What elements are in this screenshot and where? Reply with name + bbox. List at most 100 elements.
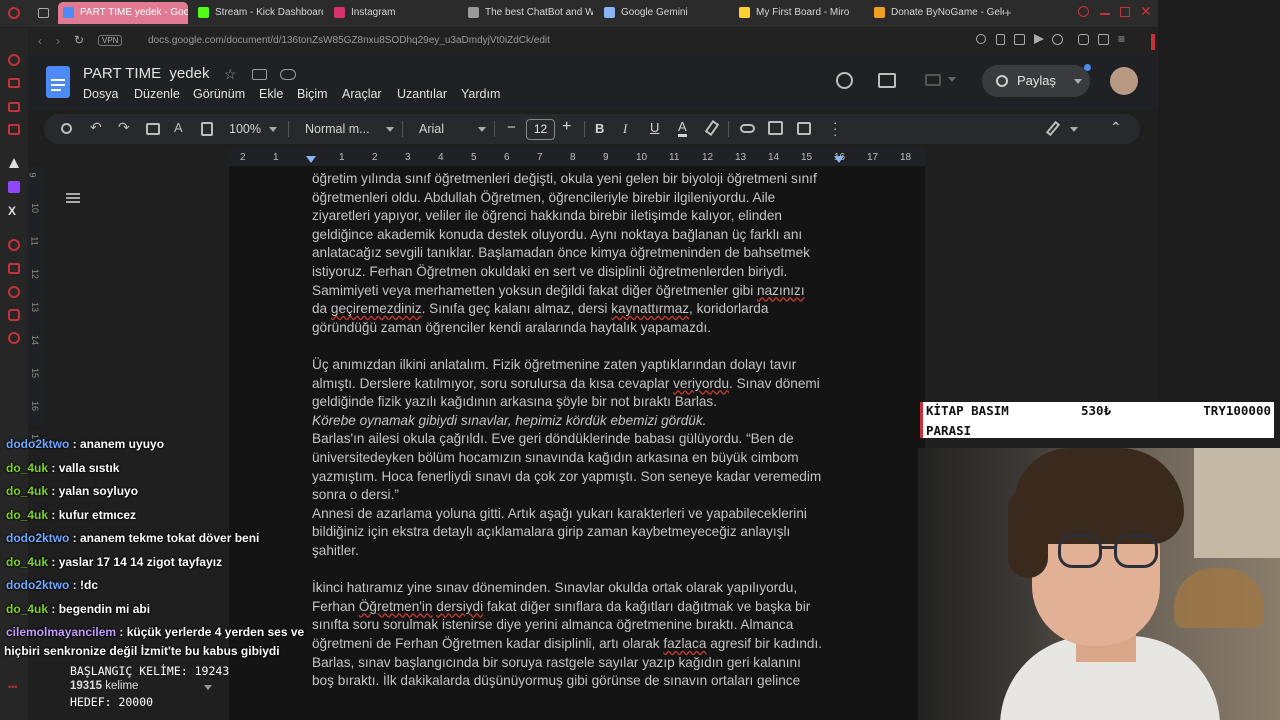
- outline-icon[interactable]: [66, 193, 80, 203]
- opera-icon[interactable]: [8, 7, 20, 19]
- tab-favicon-icon: [63, 7, 74, 18]
- pin-icon[interactable]: [996, 34, 1005, 45]
- menu-item[interactable]: Görünüm: [193, 87, 245, 101]
- forward-icon[interactable]: ›: [56, 34, 60, 48]
- link-icon[interactable]: [740, 124, 755, 133]
- italic-icon[interactable]: I: [623, 121, 627, 137]
- browser-tab[interactable]: Google Gemini: [599, 2, 724, 24]
- goal-title-line2: PARASI: [926, 423, 972, 438]
- font-size-input[interactable]: 12: [526, 119, 555, 140]
- text-line: Barlas'ın ailesi okula çağrıldı. Eve ger…: [312, 431, 794, 447]
- spellcheck-icon[interactable]: A: [174, 120, 183, 135]
- browser-tab[interactable]: My First Board - Miro: [734, 2, 864, 24]
- twitch-icon[interactable]: [8, 181, 20, 193]
- menu-item[interactable]: Biçim: [297, 87, 328, 101]
- ruler-tick: 12: [702, 152, 714, 163]
- x-icon[interactable]: X: [8, 204, 16, 218]
- minimize-icon[interactable]: [1100, 13, 1110, 15]
- home-icon[interactable]: [8, 54, 20, 66]
- arc-icon[interactable]: [9, 158, 19, 168]
- history-icon[interactable]: [8, 286, 20, 298]
- underline-icon[interactable]: U: [650, 120, 659, 135]
- search-tabs-icon[interactable]: [1078, 6, 1089, 17]
- version-history-icon[interactable]: [836, 72, 853, 89]
- image-icon[interactable]: [797, 122, 811, 135]
- chevron-down-icon[interactable]: [204, 685, 212, 690]
- vpn-badge[interactable]: VPN: [98, 35, 123, 46]
- new-tab-icon[interactable]: +: [1004, 5, 1012, 20]
- menu-item[interactable]: Uzantılar: [397, 87, 447, 101]
- tab-label: Instagram: [351, 7, 396, 18]
- comment-add-icon[interactable]: [768, 121, 783, 135]
- right-indent-marker[interactable]: [834, 156, 844, 163]
- extensions-icon[interactable]: [1078, 34, 1089, 45]
- chevron-down-icon[interactable]: [386, 127, 394, 132]
- menu-item[interactable]: Ekle: [259, 87, 283, 101]
- messenger-icon[interactable]: [8, 124, 20, 135]
- word-count: 19315: [70, 680, 102, 692]
- chevron-down-icon[interactable]: [1074, 79, 1082, 84]
- cloud-saved-icon[interactable]: [280, 69, 296, 80]
- highlight-icon[interactable]: [704, 119, 720, 137]
- paint-format-icon[interactable]: [201, 122, 213, 136]
- tab-overview-icon[interactable]: [38, 8, 49, 18]
- left-indent-marker[interactable]: [306, 156, 316, 163]
- download-icon[interactable]: [1098, 34, 1109, 45]
- move-folder-icon[interactable]: [252, 69, 267, 80]
- meet-icon[interactable]: [925, 74, 941, 86]
- menu-item[interactable]: Yardım: [461, 87, 500, 101]
- editing-mode-icon[interactable]: [1045, 120, 1061, 137]
- text-line: Ferhan Öğretmen'in dersiydi fakat diğer …: [312, 598, 811, 614]
- back-icon[interactable]: ‹: [38, 34, 42, 48]
- style-select[interactable]: Normal m...: [305, 122, 370, 136]
- chevron-down-icon[interactable]: [269, 127, 277, 132]
- menu-item[interactable]: Araçlar: [342, 87, 382, 101]
- settings-icon[interactable]: [8, 332, 20, 344]
- menu-item[interactable]: Düzenle: [134, 87, 180, 101]
- menu-item[interactable]: Dosya: [83, 87, 118, 101]
- undo-icon[interactable]: ↶: [90, 119, 102, 136]
- zoom-icon[interactable]: [976, 34, 986, 44]
- tab-label: Stream - Kick Dashboard: [215, 7, 323, 18]
- cube-icon[interactable]: [8, 309, 20, 321]
- maximize-icon[interactable]: [1120, 7, 1130, 17]
- snapshot-icon[interactable]: [1014, 34, 1025, 45]
- text-color-icon[interactable]: A: [678, 119, 687, 137]
- send-icon[interactable]: [1034, 34, 1044, 44]
- avatar[interactable]: [1110, 67, 1138, 95]
- more-options-icon[interactable]: · · ·: [833, 116, 837, 141]
- chevron-down-icon[interactable]: [948, 77, 956, 82]
- close-icon[interactable]: ✕: [1140, 3, 1152, 20]
- collapse-toolbar-icon[interactable]: ⌃: [1110, 119, 1122, 136]
- decrease-size-icon[interactable]: −: [507, 119, 516, 136]
- browser-tab[interactable]: Donate ByNoGame - Gele: [869, 2, 1004, 24]
- more-icon[interactable]: •••: [8, 682, 17, 692]
- play-icon[interactable]: [8, 239, 20, 251]
- scrollbar[interactable]: [1151, 34, 1155, 50]
- comments-icon[interactable]: [878, 73, 896, 88]
- cube-icon[interactable]: [8, 102, 20, 112]
- star-icon[interactable]: ☆: [224, 66, 237, 83]
- increase-size-icon[interactable]: +: [562, 118, 571, 136]
- browser-tab[interactable]: The best ChatBot and W: [463, 2, 593, 24]
- chevron-down-icon[interactable]: [478, 127, 486, 132]
- aria-icon[interactable]: [1052, 34, 1063, 45]
- reload-icon[interactable]: ↻: [74, 33, 84, 47]
- chevron-down-icon[interactable]: [1070, 127, 1078, 132]
- browser-tab[interactable]: Instagram: [329, 2, 454, 24]
- bookmark-icon[interactable]: [8, 263, 20, 274]
- bold-icon[interactable]: B: [595, 121, 604, 136]
- redo-icon[interactable]: ↷: [118, 119, 130, 136]
- font-select[interactable]: Arial: [419, 122, 444, 136]
- browser-tab[interactable]: PART TIME yedek - Goog: [58, 2, 188, 24]
- browser-tab[interactable]: Stream - Kick Dashboard: [193, 2, 323, 24]
- url-field[interactable]: docs.google.com/document/d/136tonZsW85GZ…: [148, 35, 550, 46]
- menu-icon[interactable]: ≡: [1118, 32, 1125, 46]
- print-icon[interactable]: [146, 123, 160, 135]
- zoom-select[interactable]: 100%: [229, 122, 261, 136]
- share-button[interactable]: Paylaş: [982, 65, 1090, 97]
- doc-title[interactable]: PART TIME yedek: [83, 65, 209, 82]
- docs-logo-icon[interactable]: [46, 66, 70, 98]
- bag-icon[interactable]: [8, 78, 20, 88]
- search-icon[interactable]: [61, 123, 72, 134]
